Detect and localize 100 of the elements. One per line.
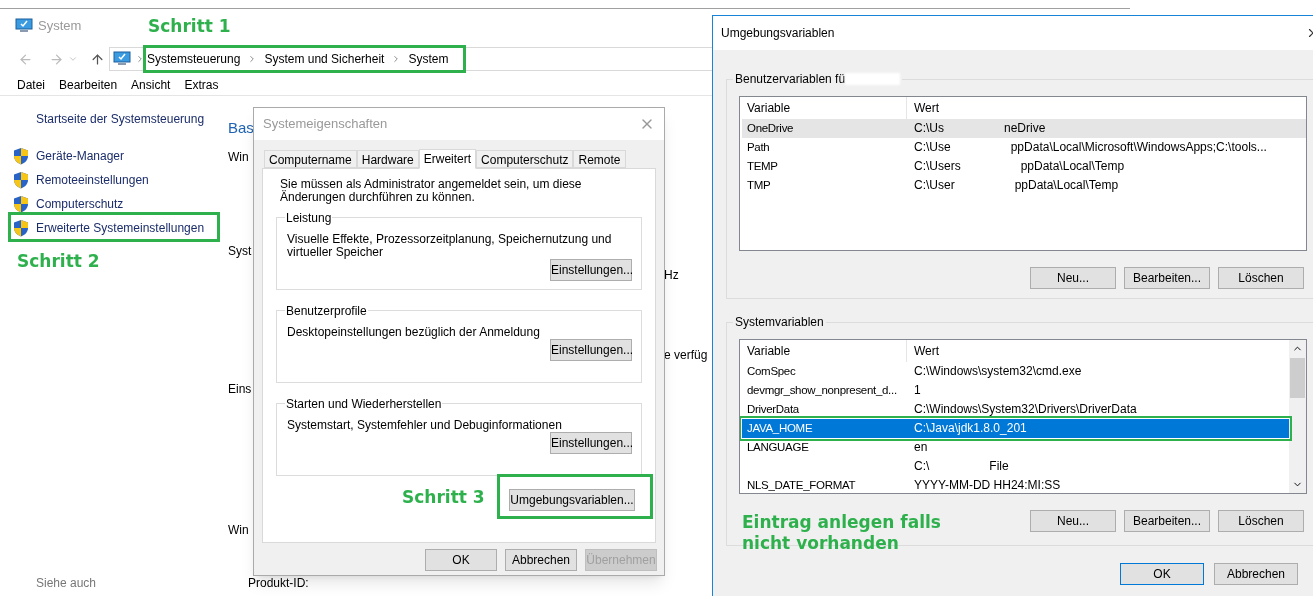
column-header[interactable]: Wert bbox=[907, 340, 1289, 362]
breadcrumb-item[interactable]: Systemsteuerung bbox=[147, 50, 241, 68]
variable-value: neDrive bbox=[1004, 122, 1046, 135]
sidebar-link[interactable]: Erweiterte Systemeinstellungen bbox=[13, 219, 205, 237]
variable-value: File bbox=[989, 460, 1009, 473]
back-icon[interactable] bbox=[18, 51, 33, 67]
sidebar-link[interactable]: Remoteeinstellungen bbox=[13, 171, 149, 189]
variable-row[interactable]: NLS_DATE_FORMAT YYYY-MM-DD HH24:MI:SS bbox=[742, 476, 1289, 493]
menu-item[interactable]: Ansicht bbox=[131, 75, 171, 94]
sidebar-link[interactable]: Geräte-Manager bbox=[13, 147, 125, 165]
tab[interactable]: Erweitert bbox=[418, 149, 477, 169]
group-label: Benutzervariablen fü bbox=[735, 71, 846, 88]
content-text: Win bbox=[228, 149, 249, 165]
dialog-button[interactable]: OK bbox=[425, 549, 497, 571]
variable-name: OneDrive bbox=[747, 122, 794, 134]
variable-name: NLS_DATE_FORMAT bbox=[747, 479, 856, 491]
annotation-label: Schritt 1 bbox=[148, 16, 231, 37]
variable-row[interactable]: devmgr_show_nonpresent_d... 1 bbox=[742, 381, 1289, 400]
shield-icon bbox=[13, 171, 29, 189]
variable-name: Path bbox=[747, 141, 770, 153]
annotation-label: Schritt 3 bbox=[402, 487, 485, 508]
group-label: Systemvariablen bbox=[735, 314, 824, 331]
variable-row[interactable]: TMP C:\User ppData\Local\Temp bbox=[742, 176, 1306, 195]
dialog-button[interactable]: Bearbeiten... bbox=[1124, 510, 1210, 532]
content-text: Win bbox=[228, 522, 249, 538]
variable-name: devmgr_show_nonpresent_d... bbox=[747, 384, 897, 396]
dialog-button[interactable]: Umgebungsvariablen... bbox=[509, 489, 635, 511]
content-text: e verfüg bbox=[664, 347, 708, 363]
dialog-button[interactable]: Abbrechen bbox=[1214, 563, 1298, 585]
shield-icon bbox=[13, 195, 29, 213]
group-label: Starten und Wiederherstellen bbox=[286, 397, 442, 411]
variable-row[interactable]: TEMP C:\Users ppData\Local\Temp bbox=[742, 157, 1306, 176]
content-text: Hz bbox=[664, 267, 680, 283]
column-header[interactable]: Wert bbox=[907, 97, 1306, 119]
tab[interactable]: Computername bbox=[264, 150, 357, 168]
variable-row[interactable]: LANGUAGE en bbox=[742, 438, 1289, 457]
sidebar-link[interactable]: Computerschutz bbox=[13, 195, 124, 213]
annotation-label: Schritt 2 bbox=[17, 251, 100, 272]
dialog-title: Systemeigenschaften bbox=[263, 115, 388, 134]
menu-item[interactable]: Extras bbox=[184, 75, 219, 94]
shield-icon bbox=[13, 219, 29, 237]
column-header[interactable]: Variable bbox=[740, 340, 907, 362]
variable-row[interactable]: JAVA_HOME C:\Java\jdk1.8.0_201 bbox=[742, 419, 1289, 438]
variable-row[interactable]: OneDrive C:\Us neDrive bbox=[742, 119, 1306, 138]
dialog-button[interactable]: Neu... bbox=[1030, 510, 1116, 532]
variable-row[interactable]: Path C:\Use ppData\Local\Microsoft\WindowsApps;C:\tools... bbox=[742, 138, 1306, 157]
variable-name: TMP bbox=[747, 179, 771, 191]
dialog-button[interactable]: Bearbeiten... bbox=[1124, 267, 1210, 289]
variable-value: 1 bbox=[914, 384, 921, 397]
variable-name: TEMP bbox=[747, 160, 778, 172]
variable-value: C:\User bbox=[914, 179, 955, 192]
variable-value: YYYY-MM-DD HH24:MI:SS bbox=[914, 479, 1061, 492]
menu-item[interactable]: Bearbeiten bbox=[59, 75, 118, 94]
tab[interactable]: Computerschutz bbox=[476, 150, 574, 168]
control-panel-home-link[interactable]: Startseite der Systemsteuerung bbox=[36, 110, 230, 128]
history-dropdown-icon[interactable] bbox=[68, 54, 78, 64]
group-description: Visuelle Effekte, Prozessorzeitplanung, Speichernutzung und virtueller Speicher bbox=[287, 233, 613, 259]
variable-row[interactable]: C:\ File bbox=[742, 457, 1289, 476]
dialog-button[interactable]: Löschen bbox=[1218, 510, 1304, 532]
variable-value: ppData\Local\Temp bbox=[1020, 160, 1125, 173]
variable-value: ppData\Local\Temp bbox=[1014, 179, 1119, 192]
variable-value: C:\Us bbox=[914, 122, 944, 135]
tab[interactable]: Remote bbox=[573, 150, 626, 168]
dialog-button[interactable]: OK bbox=[1120, 563, 1204, 585]
scroll-thumb[interactable] bbox=[1290, 358, 1305, 398]
variable-row[interactable]: ComSpec C:\Windows\system32\cmd.exe bbox=[742, 362, 1289, 381]
group-label: Benutzerprofile bbox=[286, 304, 367, 318]
content-text: Produkt-ID: bbox=[248, 575, 309, 591]
dialog-button[interactable]: Einstellungen... bbox=[550, 259, 632, 281]
tab[interactable]: Hardware bbox=[356, 150, 419, 168]
shield-icon bbox=[13, 147, 29, 165]
dialog-button[interactable]: Einstellungen... bbox=[550, 339, 632, 361]
see-also-label: Siehe auch bbox=[36, 575, 98, 592]
group-description: Desktopeinstellungen bezüglich der Anmeldung bbox=[287, 326, 541, 339]
variable-name: LANGUAGE bbox=[747, 441, 809, 453]
group-description: Systemstart, Systemfehler und Debuginformationen bbox=[287, 419, 563, 432]
scrollbar[interactable] bbox=[1289, 340, 1306, 493]
variable-value: C:\Windows\System32\Drivers\DriverData bbox=[914, 403, 1137, 416]
group-label: Leistung bbox=[286, 211, 332, 225]
variable-value: C:\Windows\system32\cmd.exe bbox=[914, 365, 1082, 378]
dialog-title: Umgebungsvariablen bbox=[721, 25, 835, 42]
up-icon[interactable] bbox=[90, 51, 105, 67]
breadcrumb-item[interactable]: System und Sicherheit bbox=[264, 50, 385, 68]
menu-item[interactable]: Datei bbox=[17, 75, 45, 94]
variable-value: C:\Java\jdk1.8.0_201 bbox=[914, 422, 1027, 435]
annotation-label: Eintrag anlegen falls nicht vorhanden bbox=[742, 512, 942, 554]
monitor-icon bbox=[15, 18, 33, 34]
dialog-button[interactable]: Neu... bbox=[1030, 267, 1116, 289]
variable-value: C:\Use bbox=[914, 141, 951, 154]
content-text: Syst bbox=[228, 243, 252, 259]
breadcrumb-item[interactable]: System bbox=[408, 50, 449, 68]
dialog-button[interactable]: Löschen bbox=[1218, 267, 1304, 289]
chevron-icon bbox=[135, 54, 145, 64]
variable-name: ComSpec bbox=[747, 365, 796, 377]
dialog-button[interactable]: Einstellungen... bbox=[550, 432, 632, 454]
dialog-button[interactable]: Abbrechen bbox=[505, 549, 577, 571]
content-text: Eins bbox=[228, 381, 252, 397]
forward-icon[interactable] bbox=[49, 51, 64, 67]
variable-row[interactable]: DriverData C:\Windows\System32\Drivers\DriverData bbox=[742, 400, 1289, 419]
variable-value: C:\Users bbox=[914, 160, 961, 173]
